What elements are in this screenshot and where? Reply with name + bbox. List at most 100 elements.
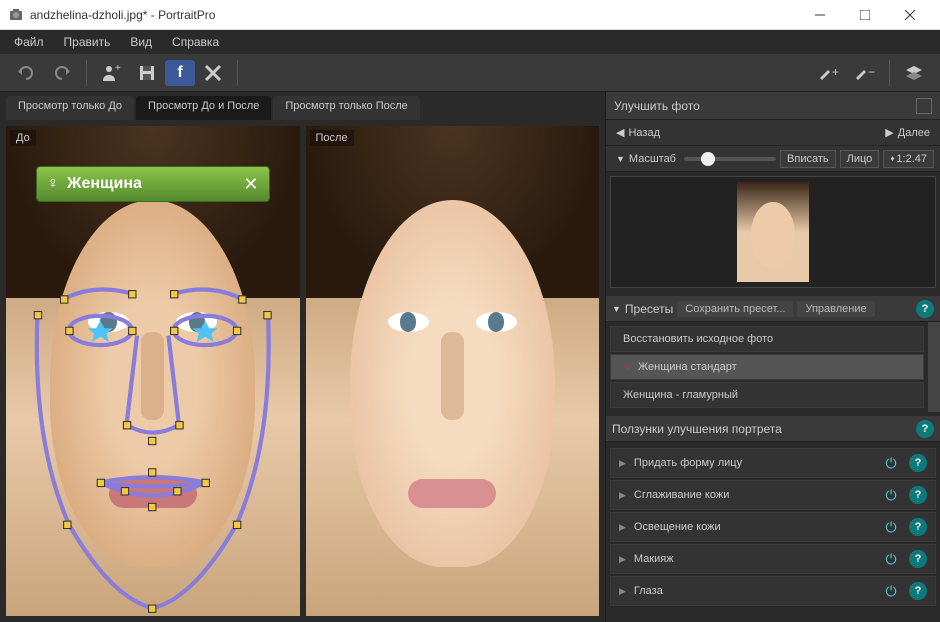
help-icon[interactable]: ? [909, 582, 927, 600]
help-icon[interactable]: ? [916, 420, 934, 438]
back-label: Назад [628, 127, 660, 139]
layers-button[interactable] [896, 58, 932, 88]
triangle-right-icon: ▶ [619, 554, 626, 565]
triangle-right-icon: ▶ [619, 586, 626, 597]
main-area: Просмотр только До Просмотр До и После П… [0, 92, 940, 622]
save-preset-button[interactable]: Сохранить пресет... [677, 301, 793, 317]
zoom-label: ▼Масштаб [612, 153, 680, 165]
zoom-row: ▼Масштаб Вписать Лицо ♦1:2.47 [606, 146, 940, 172]
triangle-right-icon: ▶ [619, 458, 626, 469]
add-person-button[interactable]: + [93, 58, 129, 88]
facebook-button[interactable]: f [165, 60, 195, 86]
slider-label: Освещение кожи [634, 521, 873, 533]
navigator-thumbnail[interactable] [610, 176, 936, 288]
chevron-left-icon: ◀ [616, 126, 624, 139]
presets-scrollbar[interactable] [928, 322, 940, 412]
brush-add-button[interactable]: + [811, 58, 847, 88]
toolbar: + f + − [0, 54, 940, 92]
slider-label: Глаза [634, 585, 873, 597]
next-button[interactable]: ▶Далее [875, 123, 940, 142]
power-icon[interactable]: ⏻ [881, 517, 901, 537]
thumbnail-image [737, 182, 809, 282]
before-image: ♀ Женщина ✕ [6, 126, 300, 616]
view-tabs: Просмотр только До Просмотр До и После П… [0, 92, 605, 120]
chevron-right-icon: ▶ [885, 126, 893, 139]
brush-remove-button[interactable]: − [847, 58, 883, 88]
nav-row: ◀ Назад ▶Далее [606, 120, 940, 146]
tab-before-only[interactable]: Просмотр только До [6, 96, 134, 120]
slider-label: Сглаживание кожи [634, 489, 873, 501]
presets-header[interactable]: ▼ Пресеты Сохранить пресет... Управление… [606, 296, 940, 322]
female-icon: ♀ [47, 175, 59, 193]
manage-presets-button[interactable]: Управление [797, 301, 874, 317]
help-icon[interactable]: ? [909, 518, 927, 536]
svg-text:−: − [868, 65, 875, 79]
help-icon[interactable]: ? [916, 300, 934, 318]
preset-label: Восстановить исходное фото [623, 333, 773, 345]
undo-button[interactable] [8, 58, 44, 88]
window-controls [797, 0, 932, 30]
before-label: До [10, 130, 36, 146]
sliders-list: ▶ Придать форму лицу ⏻ ? ▶ Сглаживание к… [606, 446, 940, 608]
pin-icon[interactable] [916, 98, 932, 114]
slider-skin-smoothing[interactable]: ▶ Сглаживание кожи ⏻ ? [610, 480, 936, 510]
preset-restore-original[interactable]: Восстановить исходное фото [610, 326, 924, 352]
preset-female-standard[interactable]: ♀ Женщина стандарт [610, 354, 924, 380]
window-title: andzhelina-dzholi.jpg* - PortraitPro [30, 8, 797, 22]
after-label: После [310, 130, 354, 146]
presets-list: Восстановить исходное фото ♀ Женщина ста… [606, 322, 928, 412]
preset-female-glamour[interactable]: Женщина - гламурный [610, 382, 924, 408]
sidebar: Улучшить фото ◀ Назад ▶Далее ▼Масштаб Впи… [605, 92, 940, 622]
after-image [306, 126, 600, 616]
zoom-thumb[interactable] [701, 152, 715, 166]
menu-view[interactable]: Вид [120, 32, 162, 52]
sidebar-header: Улучшить фото [606, 92, 940, 120]
triangle-down-icon: ▼ [612, 304, 621, 314]
zoom-value[interactable]: ♦1:2.47 [883, 150, 934, 168]
power-icon[interactable]: ⏻ [881, 581, 901, 601]
triangle-right-icon: ▶ [619, 522, 626, 533]
slider-face-shape[interactable]: ▶ Придать форму лицу ⏻ ? [610, 448, 936, 478]
zoom-face-button[interactable]: Лицо [840, 150, 880, 168]
workspace: Просмотр только До Просмотр До и После П… [0, 92, 605, 622]
slider-label: Придать форму лицу [634, 457, 873, 469]
sidebar-title: Улучшить фото [614, 99, 700, 113]
slider-makeup[interactable]: ▶ Макияж ⏻ ? [610, 544, 936, 574]
power-icon[interactable]: ⏻ [881, 453, 901, 473]
female-icon: ♀ [623, 360, 632, 374]
svg-text:+: + [832, 65, 839, 79]
image-compare: До ♀ Женщина ✕ [0, 120, 605, 622]
help-icon[interactable]: ? [909, 550, 927, 568]
close-button[interactable] [887, 0, 932, 30]
power-icon[interactable]: ⏻ [881, 485, 901, 505]
app-icon [8, 7, 24, 23]
menu-file[interactable]: Файл [4, 32, 54, 52]
help-icon[interactable]: ? [909, 454, 927, 472]
minimize-button[interactable] [797, 0, 842, 30]
tab-before-after[interactable]: Просмотр До и После [136, 96, 271, 120]
after-panel[interactable]: После [306, 126, 600, 616]
clear-button[interactable] [195, 58, 231, 88]
zoom-slider[interactable] [684, 157, 776, 161]
tab-after-only[interactable]: Просмотр только После [273, 96, 419, 120]
menu-help[interactable]: Справка [162, 32, 229, 52]
help-icon[interactable]: ? [909, 486, 927, 504]
slider-eyes[interactable]: ▶ Глаза ⏻ ? [610, 576, 936, 606]
gender-tag[interactable]: ♀ Женщина ✕ [36, 166, 270, 202]
slider-label: Макияж [634, 553, 873, 565]
svg-text:+: + [115, 63, 121, 74]
gender-close-icon[interactable]: ✕ [243, 174, 258, 195]
maximize-button[interactable] [842, 0, 887, 30]
save-button[interactable] [129, 58, 165, 88]
sliders-header: Ползунки улучшения портрета ? [606, 416, 940, 442]
menu-edit[interactable]: Править [54, 32, 121, 52]
menubar: Файл Править Вид Справка [0, 30, 940, 54]
slider-skin-lighting[interactable]: ▶ Освещение кожи ⏻ ? [610, 512, 936, 542]
back-button[interactable]: ◀ Назад [606, 123, 670, 142]
triangle-down-icon: ▼ [616, 154, 625, 164]
gender-label: Женщина [67, 175, 243, 193]
redo-button[interactable] [44, 58, 80, 88]
power-icon[interactable]: ⏻ [881, 549, 901, 569]
zoom-fit-button[interactable]: Вписать [780, 150, 836, 168]
before-panel[interactable]: До ♀ Женщина ✕ [6, 126, 300, 616]
